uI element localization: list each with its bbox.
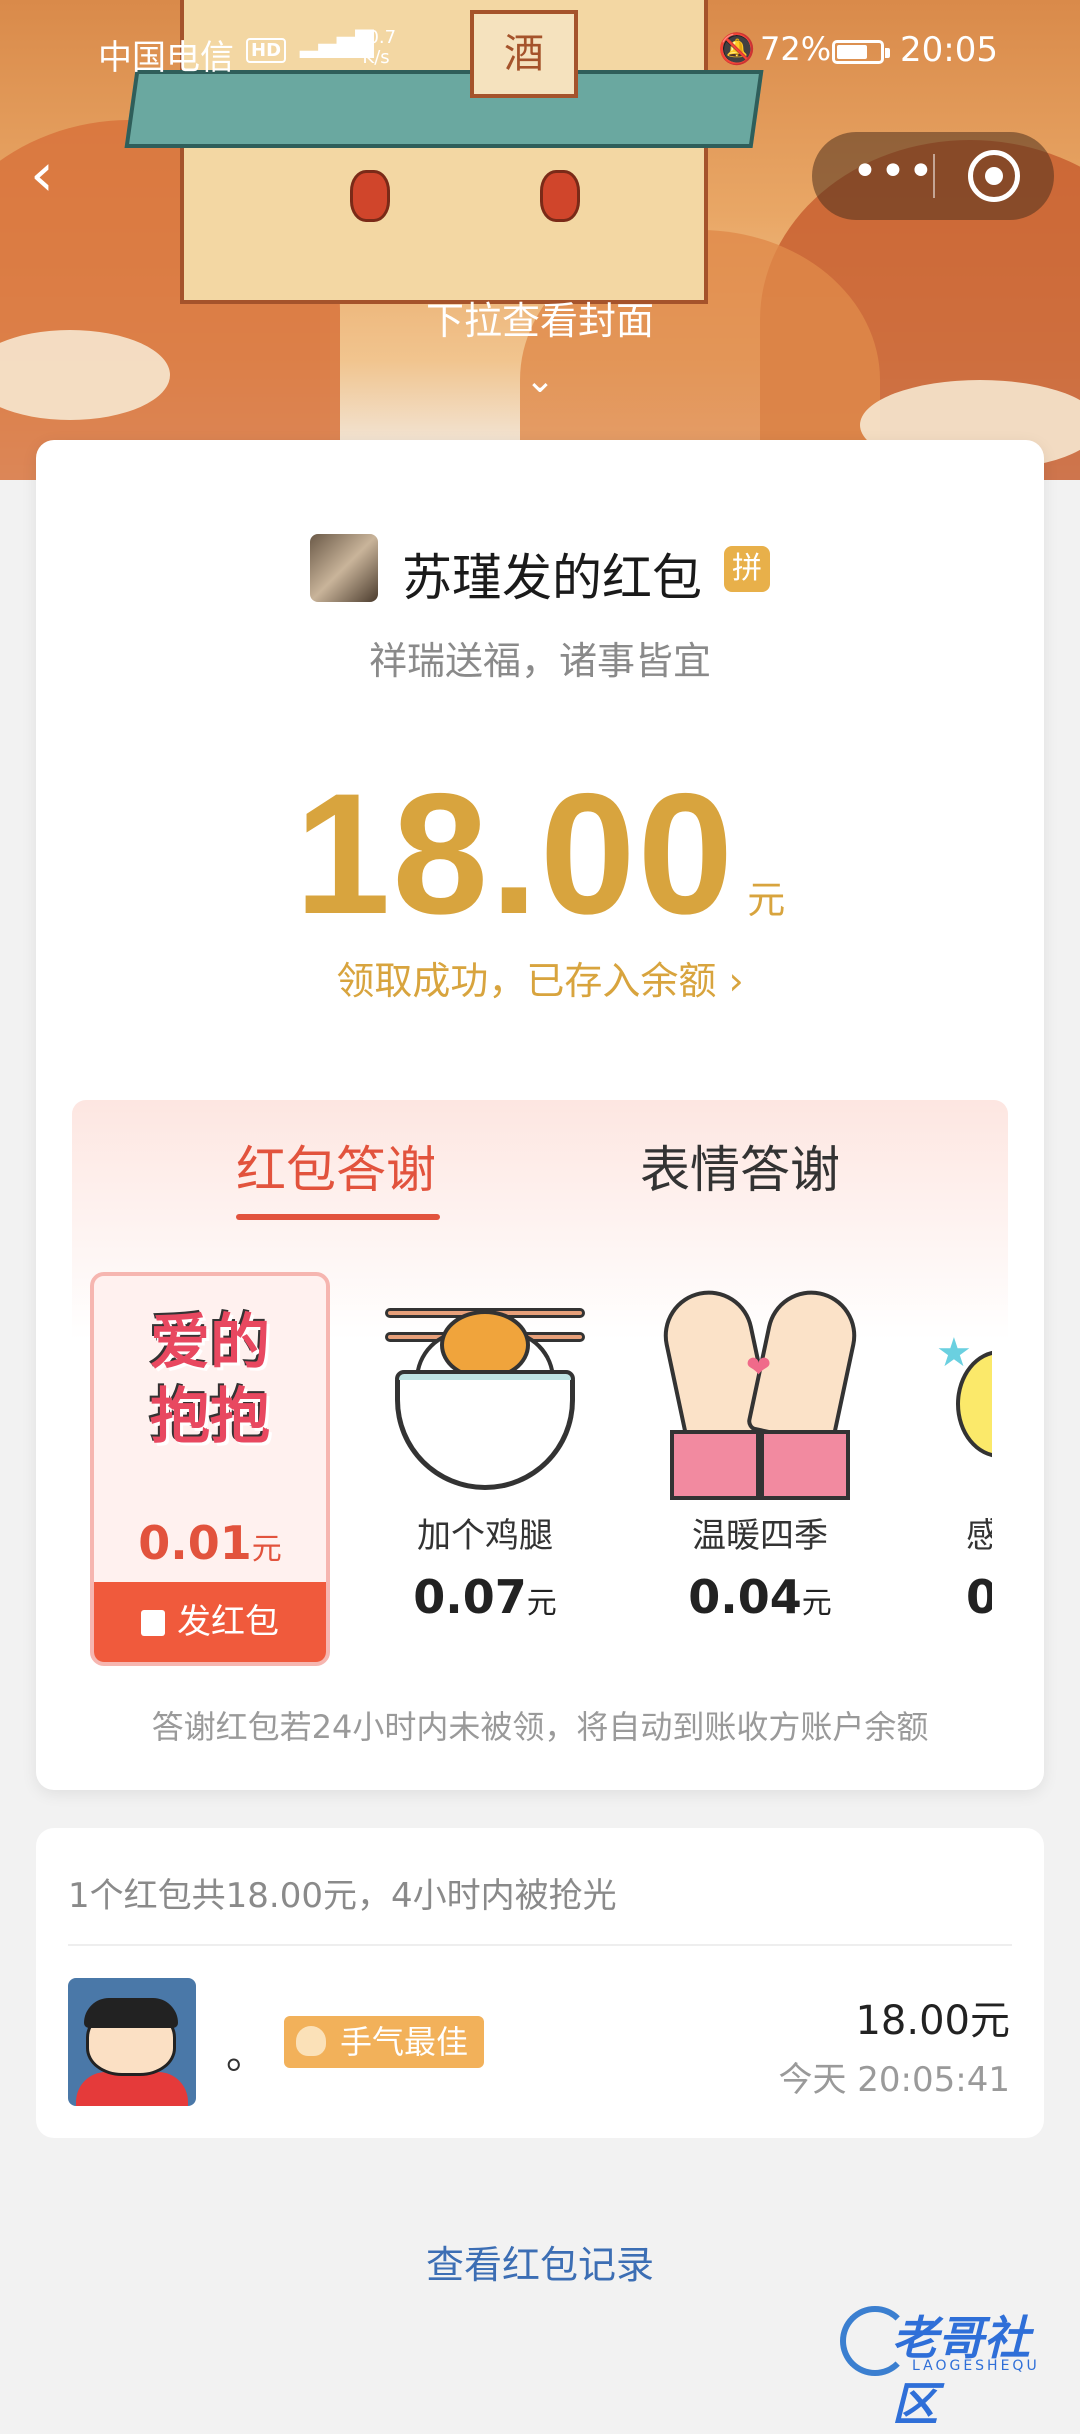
capsule-divider [933,154,935,198]
red-packet-icon [141,1610,165,1636]
item-price: 0.07元 [370,1570,600,1624]
item-name: 加个鸡腿 [417,1516,553,1556]
item-price: 0.01元 [94,1516,326,1570]
battery-icon [832,40,890,64]
item-name: 温暖四季 [692,1516,828,1556]
sender-avatar[interactable] [310,534,378,602]
hug-art-line-2: 抱抱 [150,1382,270,1452]
more-icon[interactable]: ••• [852,146,936,197]
hug-art-line-1: 爱的 [150,1308,270,1378]
hd-badge: HD [246,38,287,63]
network-speed: 20.7 K/s [356,28,396,68]
amount-value: 18.00 [294,758,736,950]
battery-nub [885,48,890,58]
back-button[interactable]: ‹ [30,140,80,210]
drumstick-rice-icon [385,1290,585,1500]
item-price: 0 [966,1570,992,1624]
item-name: 感 [966,1516,992,1556]
item-price-value: 0 [966,1570,992,1624]
carrier-label: 中国电信 [98,38,234,78]
blessing-text: 祥瑞送福，诸事皆宜 [368,639,711,683]
sleeve-shape [760,1430,850,1500]
hug-sticker-art: 爱的 抱抱 [94,1306,326,1454]
sender-row: 苏瑾发的红包 拼 [310,532,790,607]
item-price-unit: 元 [801,1586,832,1621]
view-records-link[interactable]: 查看红包记录 [0,2234,1080,2289]
chevron-down-icon: ⌄ [524,360,556,401]
best-luck-label: 手气最佳 [340,2023,469,2061]
best-luck-badge: 手气最佳 [284,2016,484,2068]
item-price-value: 0.01 [138,1516,252,1570]
mute-bell-icon: 🔕 [718,32,756,67]
thanks-item-partial[interactable]: ★ 感 0 [920,1280,992,1660]
mini-program-capsule: ••• [812,132,1054,220]
receiver-name: 。 [226,2032,266,2078]
sender-title: 苏瑾发的红包 [402,549,702,607]
lantern-icon [350,170,390,222]
receiver-amount: 18.00元 [855,1998,1010,2044]
status-bar: 中国电信 HD ▂▄▆█ 20.7 K/s 🔕 72% 20:05 [0,0,1080,100]
divider [68,1944,1012,1946]
hand-icon [296,2026,326,2056]
item-price: 0.04元 [645,1570,875,1624]
heart-icon: ❤ [746,1350,772,1385]
watermark-logo: 老哥社区 LAOGESHEQU [840,2300,1070,2431]
send-packet-label: 发红包 [177,1602,279,1642]
item-price-unit: 元 [251,1532,282,1567]
heart-hands-icon: ❤ [655,1282,865,1500]
speed-unit: K/s [362,47,390,68]
thanks-item-warm[interactable]: ❤ 温暖四季 0.04元 [645,1280,875,1660]
thanks-item-hug[interactable]: 爱的 抱抱 0.01元 发红包 [90,1272,330,1666]
close-target-icon[interactable] [968,150,1020,202]
bowl-shape [395,1380,575,1490]
send-packet-button[interactable]: 发红包 [94,1582,326,1662]
clock: 20:05 [900,30,998,70]
receiver-time: 今天 20:05:41 [778,2060,1010,2100]
item-price-unit: 元 [526,1586,557,1621]
amount-display: 18.00 元 [0,755,1080,953]
battery-percent: 72% [760,30,832,68]
receivers-summary: 1个红包共18.00元，4小时内被抢光 [68,1876,617,1916]
balance-link[interactable]: 领取成功，已存入余额 › [0,950,1080,1005]
group-packet-badge: 拼 [724,546,770,592]
lantern-icon [540,170,580,222]
active-tab-indicator [236,1214,440,1220]
avatar-shirt [76,2072,188,2106]
star-sticker-icon: ★ [936,1290,992,1500]
speed-value: 20.7 [356,27,397,48]
watermark-subtext: LAOGESHEQU [912,2358,1040,2374]
battery-fill [837,45,867,59]
thanks-item-drumstick[interactable]: 加个鸡腿 0.07元 [370,1280,600,1660]
thanks-note: 答谢红包若24小时内未被领，将自动到账收方账户余额 [151,1708,929,1746]
tab-packet-thanks[interactable]: 红包答谢 [236,1130,436,1202]
item-price-value: 0.04 [688,1570,802,1624]
receiver-avatar[interactable] [68,1978,196,2106]
tab-sticker-thanks[interactable]: 表情答谢 [640,1130,840,1202]
item-price-value: 0.07 [413,1570,527,1624]
sleeve-shape [670,1430,760,1500]
star-icon: ★ [936,1330,972,1376]
amount-unit: 元 [747,878,786,922]
avatar-hair [84,1998,178,2028]
pull-down-hint: 下拉查看封面 [425,299,654,343]
